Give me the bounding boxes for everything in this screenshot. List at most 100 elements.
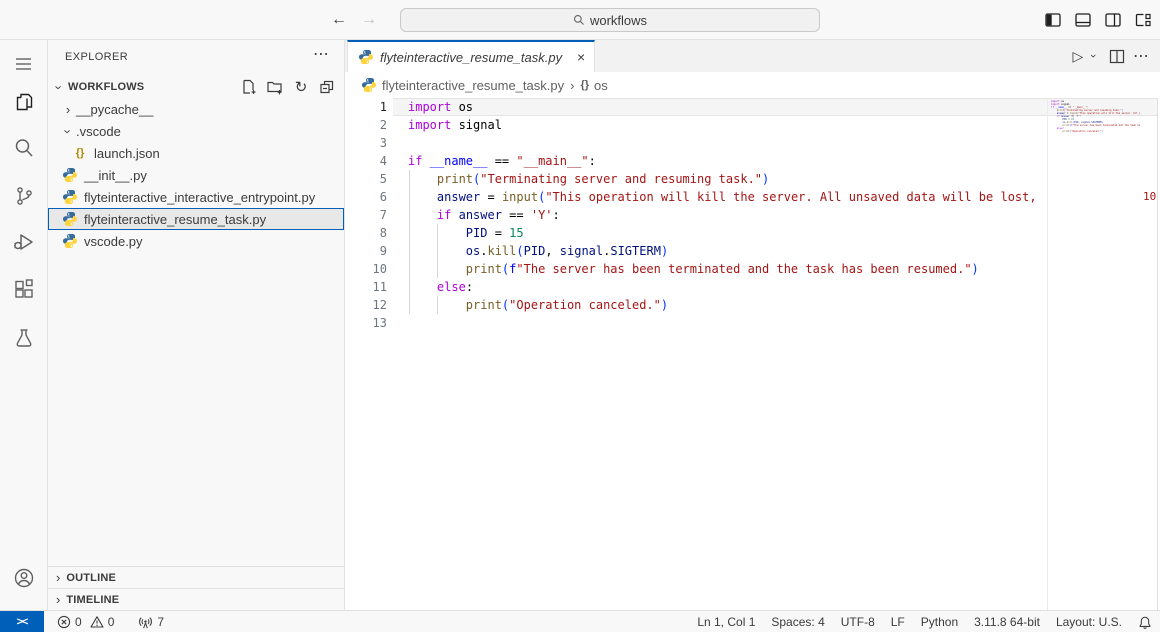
indentation[interactable]: Spaces: 4	[771, 615, 824, 629]
notifications-bell-icon[interactable]	[1138, 615, 1152, 630]
code-line-3[interactable]	[408, 134, 1047, 152]
title-bar: ← → workflows	[0, 0, 1160, 40]
line-number-9[interactable]: 9	[345, 242, 387, 260]
explorer-icon[interactable]	[0, 82, 47, 122]
close-tab-icon[interactable]: ×	[572, 49, 590, 65]
code-line-8[interactable]: PID = 15	[408, 224, 1047, 242]
line-number-7[interactable]: 7	[345, 206, 387, 224]
customize-layout-icon[interactable]	[1134, 11, 1152, 29]
line-number-8[interactable]: 8	[345, 224, 387, 242]
breadcrumb: flyteinteractive_resume_task.py › {} os	[345, 72, 1160, 98]
new-folder-icon[interactable]	[266, 78, 284, 96]
breadcrumb-file[interactable]: flyteinteractive_resume_task.py	[382, 78, 564, 93]
forward-button[interactable]: →	[358, 9, 380, 31]
toggle-panel-icon[interactable]	[1074, 11, 1092, 29]
remote-indicator[interactable]: ><	[0, 611, 44, 632]
tree-item-vscode-py[interactable]: vscode.py	[48, 230, 344, 252]
line-number-gutter[interactable]: 12345678910111213	[345, 98, 387, 332]
line-number-4[interactable]: 4	[345, 152, 387, 170]
line-number-10[interactable]: 10	[345, 260, 387, 278]
code-line-7[interactable]: if answer == 'Y':	[408, 206, 1047, 224]
line6-overflow-fragment: 10	[1143, 188, 1156, 206]
tree-item-flyteinteractive-interactive-entrypoint-py[interactable]: flyteinteractive_interactive_entrypoint.…	[48, 186, 344, 208]
editor-right-edge	[1157, 98, 1158, 610]
run-debug-icon[interactable]	[0, 222, 47, 262]
json-file-icon: {}	[72, 145, 88, 161]
problems-status[interactable]: 0 0	[52, 611, 119, 632]
file-label: launch.json	[94, 146, 160, 161]
file-label: __pycache__	[76, 102, 153, 117]
timeline-section-header[interactable]: › TIMELINE	[48, 588, 344, 610]
code-line-1[interactable]: import os	[408, 98, 1047, 116]
line-number-3[interactable]: 3	[345, 134, 387, 152]
collapse-all-icon[interactable]	[318, 78, 336, 96]
code-line-4[interactable]: if __name__ == "__main__":	[408, 152, 1047, 170]
file-label: flyteinteractive_interactive_entrypoint.…	[84, 190, 315, 205]
split-editor-icon[interactable]	[1109, 49, 1125, 64]
search-sidebar-icon[interactable]	[0, 128, 47, 168]
code-line-9[interactable]: os.kill(PID, signal.SIGTERM)	[408, 242, 1047, 260]
tree-item--init-py[interactable]: __init__.py	[48, 164, 344, 186]
code-line-6[interactable]: answer = input("This operation will kill…	[408, 188, 1047, 206]
refresh-icon[interactable]: ↻	[292, 78, 310, 96]
run-button[interactable]: ▷	[1073, 48, 1084, 65]
language-mode[interactable]: Python	[921, 615, 958, 629]
new-file-icon[interactable]	[240, 78, 258, 96]
file-label: vscode.py	[84, 234, 143, 249]
ports-status[interactable]: 7	[133, 611, 169, 632]
code-line-12[interactable]: print("Operation canceled.")	[408, 296, 1047, 314]
line-number-1[interactable]: 1	[345, 98, 387, 116]
tab-flyteinteractive-resume-task[interactable]: flyteinteractive_resume_task.py ×	[347, 40, 595, 72]
line-number-2[interactable]: 2	[345, 116, 387, 134]
toggle-secondary-sidebar-icon[interactable]	[1104, 11, 1122, 29]
error-icon	[57, 615, 71, 629]
indent-guide	[409, 260, 410, 278]
line-number-13[interactable]: 13	[345, 314, 387, 332]
warning-icon	[90, 615, 104, 629]
breadcrumb-symbol[interactable]: os	[594, 78, 608, 93]
explorer-more-actions-icon[interactable]: ⋯	[313, 44, 330, 64]
tree-item-flyteinteractive-resume-task-py[interactable]: flyteinteractive_resume_task.py	[48, 208, 344, 230]
code-line-13[interactable]	[408, 314, 1047, 332]
minimap[interactable]: import osimport signalif __name__ == "__…	[1047, 98, 1140, 610]
tab-strip: flyteinteractive_resume_task.py × ▷ › ⋯	[345, 40, 1160, 72]
testing-beaker-icon[interactable]	[0, 318, 47, 358]
tree-item--vscode[interactable]: ›.vscode	[48, 120, 344, 142]
python-interpreter[interactable]: 3.11.8 64-bit	[974, 615, 1040, 629]
line-number-5[interactable]: 5	[345, 170, 387, 188]
keyboard-layout[interactable]: Layout: U.S.	[1056, 615, 1122, 629]
toggle-primary-sidebar-icon[interactable]	[1044, 11, 1062, 29]
python-file-icon	[62, 233, 78, 249]
ports-count: 7	[157, 615, 164, 629]
source-control-icon[interactable]	[0, 176, 47, 216]
cursor-position[interactable]: Ln 1, Col 1	[697, 615, 755, 629]
command-center-search[interactable]: workflows	[400, 8, 820, 32]
account-icon[interactable]	[0, 558, 47, 598]
file-label: .vscode	[76, 124, 121, 139]
code-line-11[interactable]: else:	[408, 278, 1047, 296]
tree-item--pycache-[interactable]: ›__pycache__	[48, 98, 344, 120]
extensions-icon[interactable]	[0, 270, 47, 310]
status-bar: >< 0 0 7 Ln 1, Col 1 Spaces: 4 UTF-8 LF …	[0, 610, 1160, 632]
menu-icon[interactable]	[0, 44, 47, 84]
tree-item-launch-json[interactable]: {} launch.json	[48, 142, 344, 164]
eol-sequence[interactable]: LF	[891, 615, 905, 629]
back-button[interactable]: ←	[328, 9, 350, 31]
line-number-11[interactable]: 11	[345, 278, 387, 296]
line-number-6[interactable]: 6	[345, 188, 387, 206]
symbol-braces-icon: {}	[580, 79, 589, 91]
code-line-2[interactable]: import signal	[408, 116, 1047, 134]
error-count: 0	[75, 615, 82, 629]
code-line-10[interactable]: print(f"The server has been terminated a…	[408, 260, 1047, 278]
editor-more-actions-icon[interactable]: ⋯	[1133, 46, 1150, 66]
code-line-5[interactable]: print("Terminating server and resuming t…	[408, 170, 1047, 188]
indent-guide	[437, 296, 438, 314]
run-dropdown-icon[interactable]: ›	[1087, 54, 1099, 58]
editor-content[interactable]: 12345678910111213 import osimport signal…	[345, 98, 1160, 610]
outline-section-header[interactable]: › OUTLINE	[48, 566, 344, 588]
radio-tower-icon	[138, 615, 153, 630]
indent-guide	[437, 224, 438, 242]
encoding[interactable]: UTF-8	[841, 615, 875, 629]
search-value: workflows	[590, 13, 647, 28]
line-number-12[interactable]: 12	[345, 296, 387, 314]
